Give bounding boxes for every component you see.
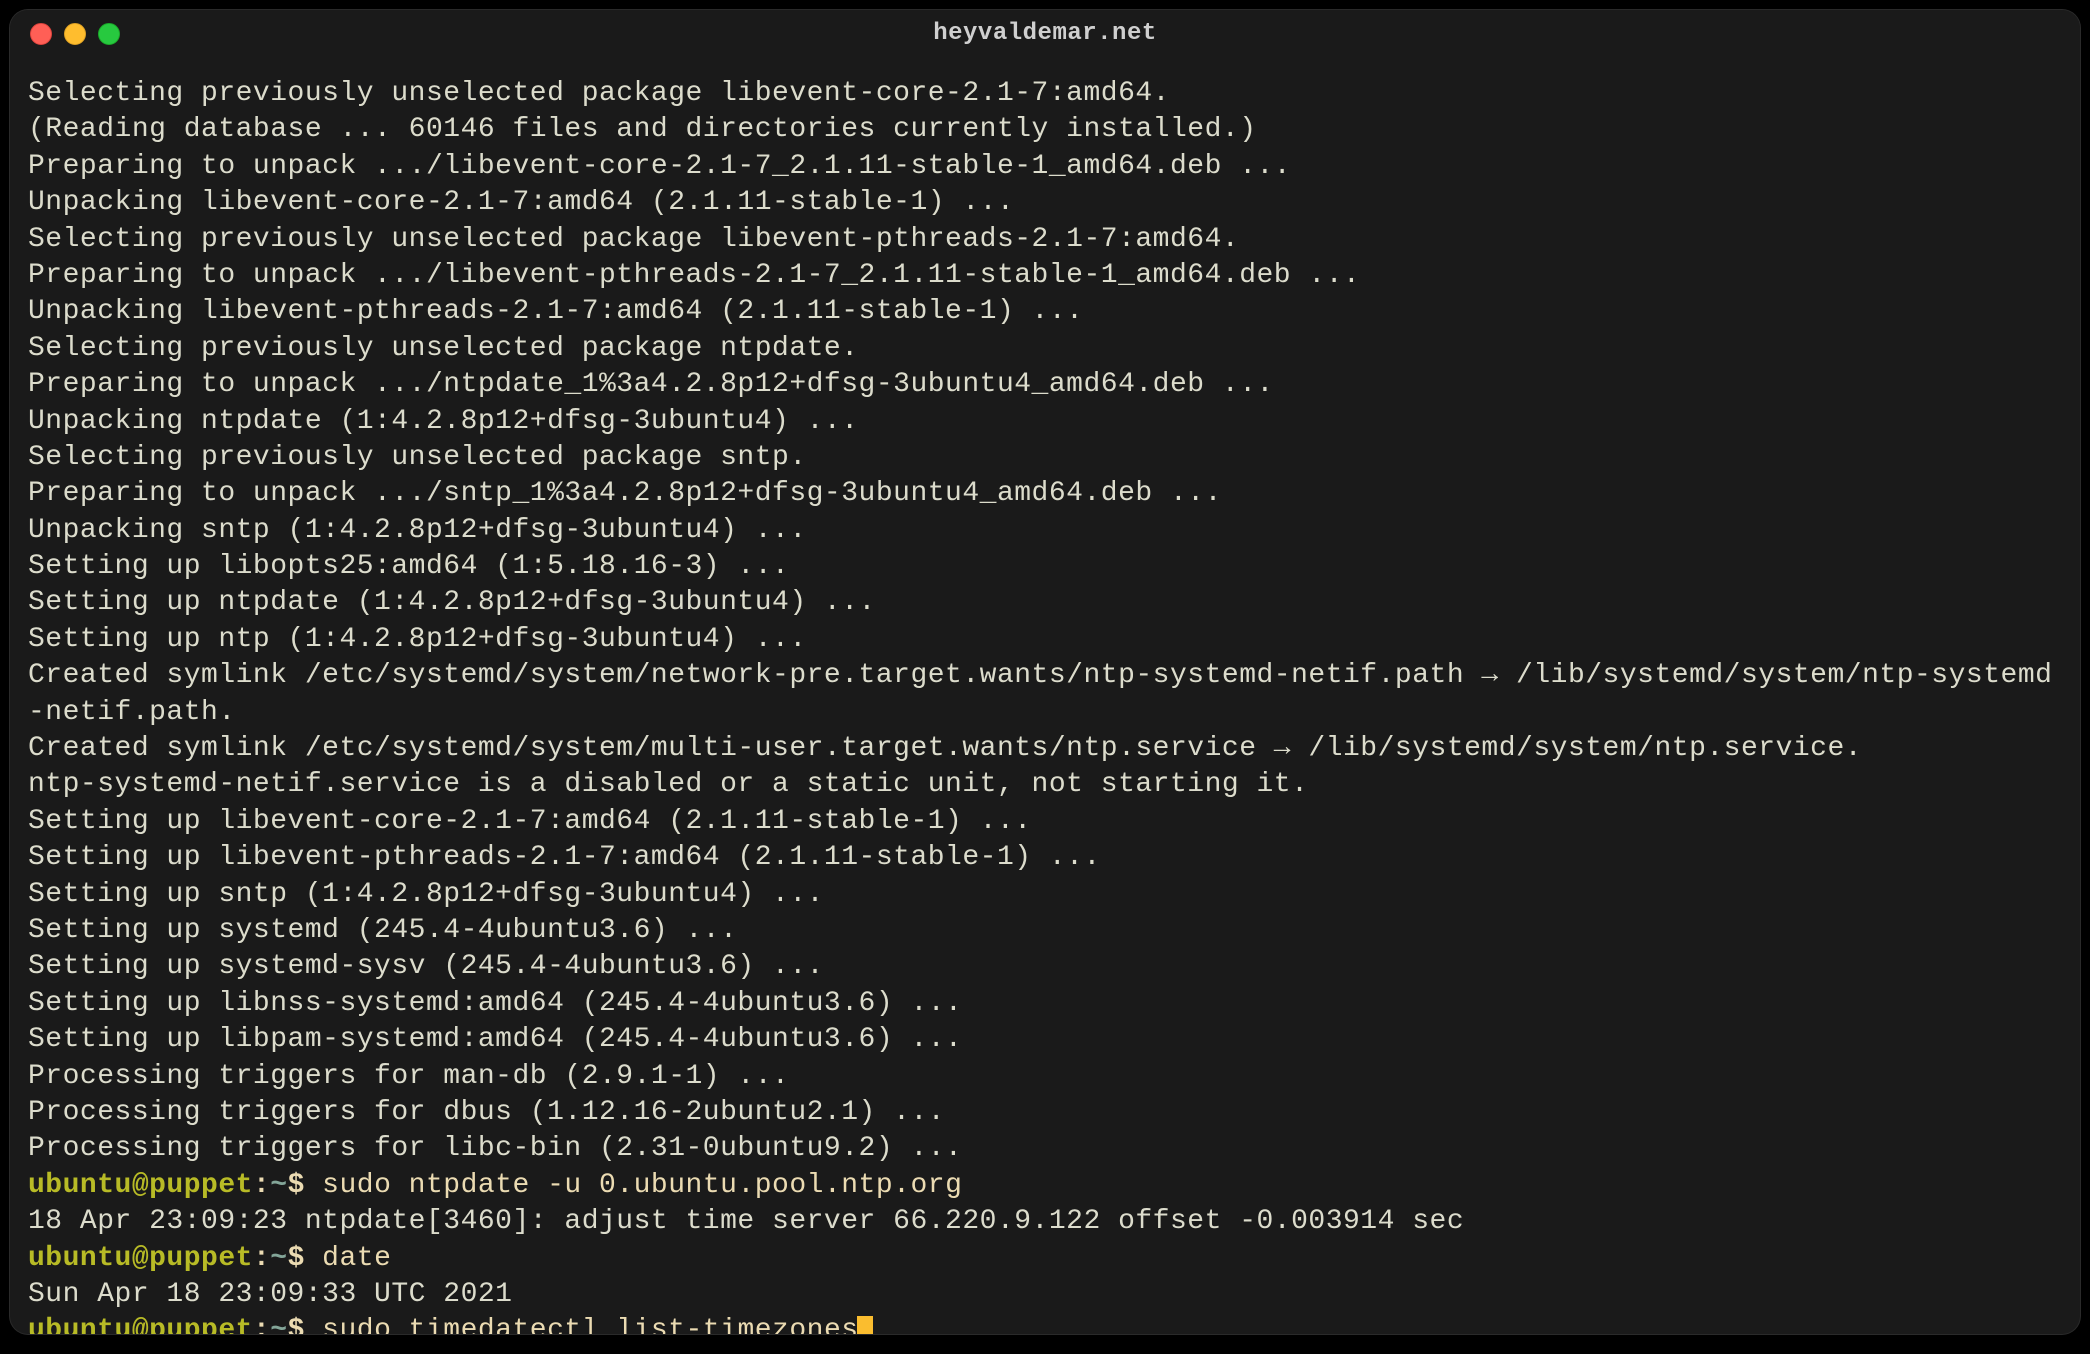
terminal-output-line: Setting up libpam-systemd:amd64 (245.4-4… — [28, 1022, 2062, 1058]
terminal-output-line: Unpacking sntp (1:4.2.8p12+dfsg-3ubuntu4… — [28, 513, 2062, 549]
terminal-body[interactable]: Selecting previously unselected package … — [10, 58, 2080, 1334]
terminal-output-line: Selecting previously unselected package … — [28, 331, 2062, 367]
terminal-output-line: Setting up ntp (1:4.2.8p12+dfsg-3ubuntu4… — [28, 622, 2062, 658]
terminal-output-line: 18 Apr 23:09:23 ntpdate[3460]: adjust ti… — [28, 1204, 2062, 1240]
prompt-user: ubuntu@puppet — [28, 1170, 253, 1201]
prompt-dollar: $ — [288, 1170, 323, 1201]
terminal-output-line: Setting up sntp (1:4.2.8p12+dfsg-3ubuntu… — [28, 877, 2062, 913]
terminal-prompt-line: ubuntu@puppet:~$ sudo timedatectl list-t… — [28, 1313, 2062, 1334]
prompt-path: ~ — [270, 1243, 287, 1274]
terminal-output-line: (Reading database ... 60146 files and di… — [28, 112, 2062, 148]
prompt-user: ubuntu@puppet — [28, 1315, 253, 1334]
terminal-output-line: Selecting previously unselected package … — [28, 222, 2062, 258]
terminal-output-line: Processing triggers for man-db (2.9.1-1)… — [28, 1059, 2062, 1095]
terminal-output-line: Selecting previously unselected package … — [28, 440, 2062, 476]
prompt-user: ubuntu@puppet — [28, 1243, 253, 1274]
terminal-output-line: Unpacking ntpdate (1:4.2.8p12+dfsg-3ubun… — [28, 404, 2062, 440]
terminal-output-line: Unpacking libevent-pthreads-2.1-7:amd64 … — [28, 294, 2062, 330]
traffic-lights — [30, 23, 120, 45]
terminal-output-line: Setting up libnss-systemd:amd64 (245.4-4… — [28, 986, 2062, 1022]
prompt-command: date — [322, 1243, 391, 1274]
cursor-icon — [857, 1316, 873, 1334]
prompt-dollar: $ — [288, 1243, 323, 1274]
terminal-output-line: Selecting previously unselected package … — [28, 76, 2062, 112]
terminal-output-line: Preparing to unpack .../libevent-pthread… — [28, 258, 2062, 294]
minimize-icon[interactable] — [64, 23, 86, 45]
terminal-output-line: Preparing to unpack .../ntpdate_1%3a4.2.… — [28, 367, 2062, 403]
terminal-output-line: Created symlink /etc/systemd/system/netw… — [28, 658, 2062, 731]
terminal-prompt-line: ubuntu@puppet:~$ date — [28, 1241, 2062, 1277]
terminal-output-line: Created symlink /etc/systemd/system/mult… — [28, 731, 2062, 767]
prompt-separator: : — [253, 1243, 270, 1274]
terminal-output-line: Unpacking libevent-core-2.1-7:amd64 (2.1… — [28, 185, 2062, 221]
prompt-command: sudo ntpdate -u 0.ubuntu.pool.ntp.org — [322, 1170, 962, 1201]
prompt-separator: : — [253, 1315, 270, 1334]
terminal-output-line: Setting up libevent-pthreads-2.1-7:amd64… — [28, 840, 2062, 876]
terminal-output-line: Processing triggers for dbus (1.12.16-2u… — [28, 1095, 2062, 1131]
terminal-output-line: Processing triggers for libc-bin (2.31-0… — [28, 1131, 2062, 1167]
terminal-output-line: Sun Apr 18 23:09:33 UTC 2021 — [28, 1277, 2062, 1313]
terminal-output-line: Setting up libevent-core-2.1-7:amd64 (2.… — [28, 804, 2062, 840]
maximize-icon[interactable] — [98, 23, 120, 45]
terminal-window: heyvaldemar.net Selecting previously uns… — [10, 10, 2080, 1334]
terminal-output-line: Preparing to unpack .../sntp_1%3a4.2.8p1… — [28, 476, 2062, 512]
titlebar: heyvaldemar.net — [10, 10, 2080, 58]
terminal-prompt-line: ubuntu@puppet:~$ sudo ntpdate -u 0.ubunt… — [28, 1168, 2062, 1204]
terminal-output-line: Setting up ntpdate (1:4.2.8p12+dfsg-3ubu… — [28, 585, 2062, 621]
prompt-path: ~ — [270, 1315, 287, 1334]
terminal-output-line: Setting up systemd (245.4-4ubuntu3.6) ..… — [28, 913, 2062, 949]
prompt-command: sudo timedatectl list-timezones — [322, 1315, 858, 1334]
terminal-output-line: ntp-systemd-netif.service is a disabled … — [28, 767, 2062, 803]
terminal-output-line: Preparing to unpack .../libevent-core-2.… — [28, 149, 2062, 185]
close-icon[interactable] — [30, 23, 52, 45]
window-title: heyvaldemar.net — [933, 18, 1157, 49]
terminal-output-line: Setting up libopts25:amd64 (1:5.18.16-3)… — [28, 549, 2062, 585]
terminal-output-line: Setting up systemd-sysv (245.4-4ubuntu3.… — [28, 949, 2062, 985]
prompt-separator: : — [253, 1170, 270, 1201]
prompt-path: ~ — [270, 1170, 287, 1201]
prompt-dollar: $ — [288, 1315, 323, 1334]
